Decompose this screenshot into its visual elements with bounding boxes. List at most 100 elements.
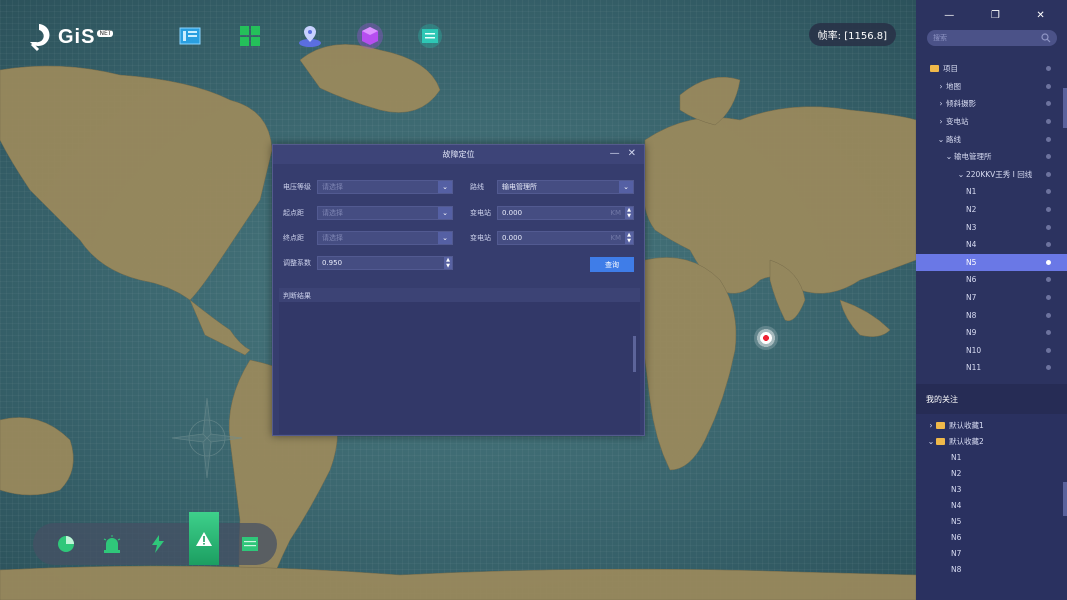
- chevron-icon[interactable]: ⌄: [936, 135, 946, 144]
- statistics-button[interactable]: [43, 523, 89, 565]
- favorite-item[interactable]: ⌄ 默认收藏2: [916, 433, 1067, 449]
- tree-item[interactable]: N4: [916, 236, 1067, 254]
- restore-icon[interactable]: ❐: [991, 10, 1000, 30]
- favorite-item[interactable]: N5: [916, 514, 1067, 530]
- favorites-section: 我的关注 › 默认收藏1 ⌄ 默认收藏2 N1 N2 N3 N4 N5 N6 N7 N8: [916, 384, 1067, 600]
- visibility-dot-icon[interactable]: [1046, 312, 1051, 318]
- tree-item[interactable]: N8: [916, 306, 1067, 324]
- end-distance-select[interactable]: 请选择 ⌄: [317, 231, 453, 245]
- favorite-item[interactable]: N6: [916, 530, 1067, 546]
- favorites-scrollbar[interactable]: [1063, 482, 1067, 516]
- favorite-item[interactable]: N1: [916, 449, 1067, 465]
- stepper[interactable]: ▲ ▼: [625, 207, 633, 219]
- tree-item[interactable]: N10: [916, 342, 1067, 360]
- chevron-icon[interactable]: ›: [936, 117, 946, 126]
- favorite-item[interactable]: N2: [916, 465, 1067, 481]
- chevron-icon[interactable]: ›: [936, 82, 946, 91]
- tree-item[interactable]: 项目: [916, 60, 1067, 78]
- favorite-item[interactable]: N7: [916, 546, 1067, 562]
- substation-distance-input-1[interactable]: 0.000 KM ▲ ▼: [497, 206, 634, 220]
- tree-item[interactable]: N11: [916, 359, 1067, 377]
- favorite-item[interactable]: N4: [916, 497, 1067, 513]
- query-button[interactable]: 查询: [590, 257, 634, 272]
- stepper[interactable]: ▲ ▼: [444, 257, 452, 269]
- coefficient-label: 调整系数: [283, 259, 311, 267]
- location-button[interactable]: [280, 18, 340, 54]
- visibility-dot-icon[interactable]: [1046, 347, 1051, 353]
- chevron-icon[interactable]: ›: [936, 99, 946, 108]
- layer-tree: 项目 › 地图 › 倾斜摄影 › 变电站 ⌄ 路线 ⌄ 输电管理所 ⌄ 220KKV王秀 I 回线 N1 N…: [916, 60, 1067, 377]
- layers-button[interactable]: [160, 18, 220, 54]
- top-toolbar: [160, 18, 460, 54]
- document-button[interactable]: [400, 18, 460, 54]
- visibility-dot-icon[interactable]: [1046, 330, 1051, 336]
- fault-location-marker[interactable]: [754, 326, 778, 350]
- close-button[interactable]: ✕: [628, 148, 636, 159]
- visibility-dot-icon[interactable]: [1046, 224, 1051, 230]
- logo-tag: NET: [97, 29, 114, 37]
- coefficient-input[interactable]: 0.950 ▲ ▼: [317, 256, 453, 270]
- substation-label-1: 变电站: [470, 209, 491, 217]
- table-button[interactable]: [227, 523, 273, 565]
- visibility-dot-icon[interactable]: [1046, 189, 1051, 195]
- line-select[interactable]: 输电管理所 ⌄: [497, 180, 634, 194]
- search-input[interactable]: 搜索: [927, 30, 1057, 46]
- result-panel: 判断结果: [279, 288, 640, 434]
- visibility-dot-icon[interactable]: [1046, 66, 1051, 72]
- tree-item-label: N9: [966, 328, 977, 338]
- close-icon[interactable]: ✕: [1036, 10, 1044, 30]
- substation-distance-input-2[interactable]: 0.000 KM ▲ ▼: [497, 231, 634, 245]
- favorite-item[interactable]: N8: [916, 562, 1067, 578]
- tree-item-label: N11: [966, 363, 982, 373]
- tree-item[interactable]: ⌄ 路线: [916, 130, 1067, 148]
- tree-item[interactable]: N7: [916, 289, 1067, 307]
- favorite-item[interactable]: › 默认收藏1: [916, 417, 1067, 433]
- chevron-icon[interactable]: ⌄: [956, 170, 966, 179]
- visibility-dot-icon[interactable]: [1046, 119, 1051, 125]
- visibility-dot-icon[interactable]: [1046, 83, 1051, 89]
- chevron-icon[interactable]: ⌄: [944, 152, 954, 161]
- tree-item[interactable]: N5: [916, 253, 1067, 272]
- visibility-dot-icon[interactable]: [1046, 207, 1051, 213]
- visibility-dot-icon[interactable]: [1046, 101, 1051, 107]
- tree-item[interactable]: N1: [916, 183, 1067, 201]
- tree-item[interactable]: › 地图: [916, 78, 1067, 96]
- fault-warning-button[interactable]: [189, 512, 219, 565]
- table-icon: [242, 537, 258, 551]
- power-button[interactable]: [135, 523, 181, 565]
- alarm-button[interactable]: [89, 523, 135, 565]
- grid-button[interactable]: [220, 18, 280, 54]
- tree-scrollbar[interactable]: [1063, 88, 1067, 128]
- tree-item[interactable]: N6: [916, 271, 1067, 289]
- minimize-icon[interactable]: —: [944, 10, 954, 30]
- tree-item-label: 220KKV王秀 I 回线: [966, 169, 1033, 179]
- start-distance-select[interactable]: 请选择 ⌄: [317, 206, 453, 220]
- tree-item-label: N1: [966, 187, 977, 197]
- favorite-item[interactable]: N3: [916, 481, 1067, 497]
- voltage-select[interactable]: 请选择 ⌄: [317, 180, 453, 194]
- map-view[interactable]: GiS NET 帧率: [1156.8] 故障定位 — ✕ 电压等级 请选择 ⌄…: [0, 0, 916, 600]
- visibility-dot-icon[interactable]: [1046, 295, 1051, 301]
- visibility-dot-icon[interactable]: [1046, 259, 1051, 265]
- minimize-button[interactable]: —: [610, 148, 620, 159]
- fault-location-dialog: 故障定位 — ✕ 电压等级 请选择 ⌄ 路线 输电管理所 ⌄ 起点距 请选择 ⌄…: [272, 144, 645, 436]
- visibility-dot-icon[interactable]: [1046, 154, 1051, 160]
- visibility-dot-icon[interactable]: [1046, 277, 1051, 283]
- tree-item[interactable]: N3: [916, 218, 1067, 236]
- tree-item[interactable]: N2: [916, 201, 1067, 219]
- tree-item[interactable]: N9: [916, 324, 1067, 342]
- chevron-icon[interactable]: ⌄: [926, 437, 936, 446]
- tree-item[interactable]: ⌄ 输电管理所: [916, 148, 1067, 166]
- grid-icon: [240, 26, 260, 46]
- result-scrollbar[interactable]: [633, 336, 636, 372]
- visibility-dot-icon[interactable]: [1046, 171, 1051, 177]
- tree-item[interactable]: ⌄ 220KKV王秀 I 回线: [916, 166, 1067, 184]
- tree-item[interactable]: › 倾斜摄影: [916, 95, 1067, 113]
- cube-button[interactable]: [340, 18, 400, 54]
- visibility-dot-icon[interactable]: [1046, 242, 1051, 248]
- visibility-dot-icon[interactable]: [1046, 136, 1051, 142]
- visibility-dot-icon[interactable]: [1046, 365, 1051, 371]
- tree-item[interactable]: › 变电站: [916, 113, 1067, 131]
- chevron-icon[interactable]: ›: [926, 421, 936, 430]
- stepper[interactable]: ▲ ▼: [625, 232, 633, 244]
